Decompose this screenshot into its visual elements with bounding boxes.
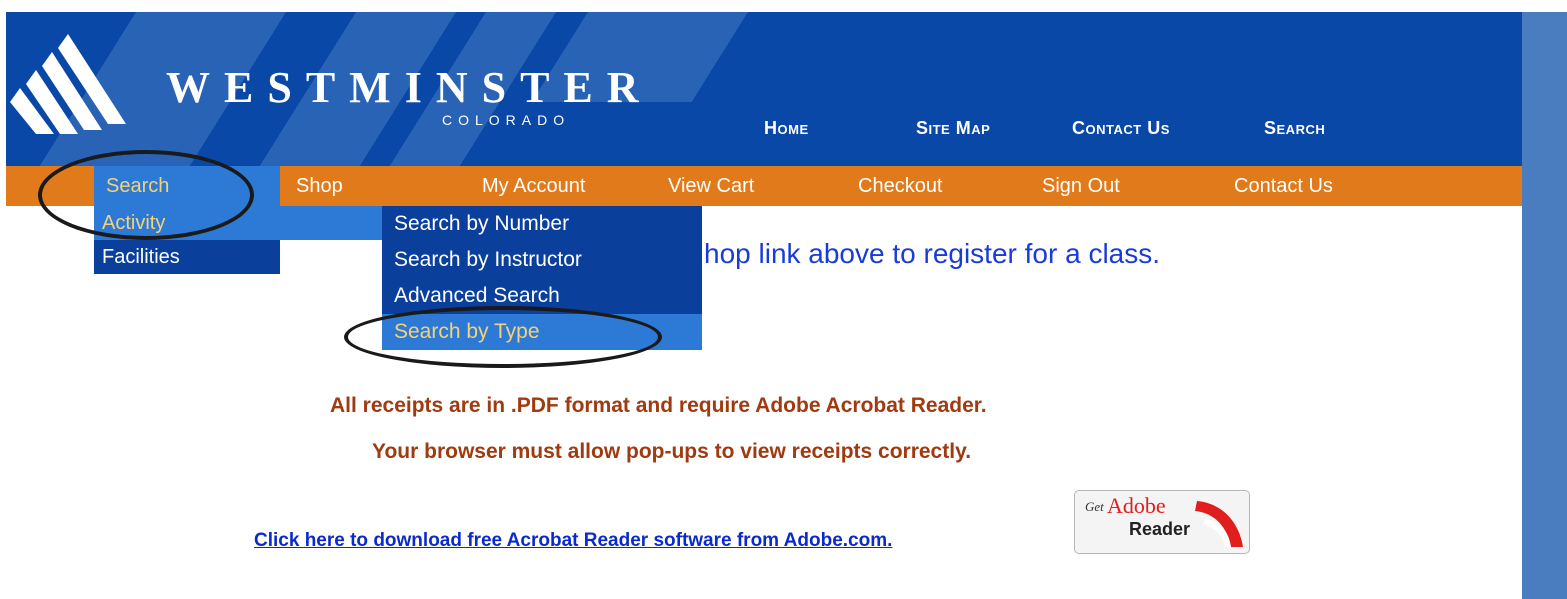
download-reader-link[interactable]: Click here to download free Acrobat Read…	[254, 530, 892, 552]
get-adobe-reader-badge[interactable]: Get Adobe Reader	[1074, 490, 1250, 554]
nav-view-cart[interactable]: View Cart	[668, 166, 754, 206]
submenu-advanced-search[interactable]: Advanced Search	[382, 278, 702, 314]
nav-sign-out[interactable]: Sign Out	[1042, 166, 1120, 206]
right-scroll-bar[interactable]	[1522, 12, 1567, 599]
nav-search[interactable]: Search	[94, 166, 280, 206]
site-header: WESTMINSTER COLORADO Home Site Map Conta…	[6, 12, 1522, 166]
submenu-search-by-number[interactable]: Search by Number	[382, 206, 702, 242]
search-dropdown-menu: Activity Facilities	[94, 206, 386, 274]
topnav-search[interactable]: Search	[1264, 118, 1325, 139]
receipt-format-note: All receipts are in .PDF format and requ…	[330, 394, 987, 417]
activity-submenu: Search by Number Search by Instructor Ad…	[382, 206, 702, 350]
nav-my-account[interactable]: My Account	[482, 166, 585, 206]
submenu-search-by-type[interactable]: Search by Type	[382, 314, 702, 350]
popup-note: Your browser must allow pop-ups to view …	[372, 440, 972, 463]
nav-shop[interactable]: Shop	[296, 166, 343, 206]
site-wordmark[interactable]: WESTMINSTER	[166, 66, 653, 110]
adobe-reader-icon	[1195, 501, 1243, 547]
badge-reader-text: Reader	[1129, 519, 1191, 539]
site-submark: COLORADO	[442, 112, 571, 128]
westminster-logo-icon[interactable]	[8, 34, 126, 134]
badge-adobe-text: Adobe	[1107, 493, 1166, 518]
badge-get-text: Get	[1085, 499, 1104, 514]
topnav-home[interactable]: Home	[764, 118, 809, 139]
register-hint-text: hop link above to register for a class.	[704, 238, 1161, 269]
topnav-site-map[interactable]: Site Map	[916, 118, 990, 139]
nav-checkout[interactable]: Checkout	[858, 166, 943, 206]
window-top-edge	[0, 0, 1567, 6]
menu-item-activity[interactable]: Activity	[94, 206, 386, 240]
main-nav-bar: Search Shop My Account View Cart Checkou…	[6, 166, 1522, 206]
topnav-contact-us[interactable]: Contact Us	[1072, 118, 1170, 139]
nav-contact-us[interactable]: Contact Us	[1234, 166, 1333, 206]
menu-item-facilities[interactable]: Facilities	[94, 240, 280, 274]
submenu-search-by-instructor[interactable]: Search by Instructor	[382, 242, 702, 278]
